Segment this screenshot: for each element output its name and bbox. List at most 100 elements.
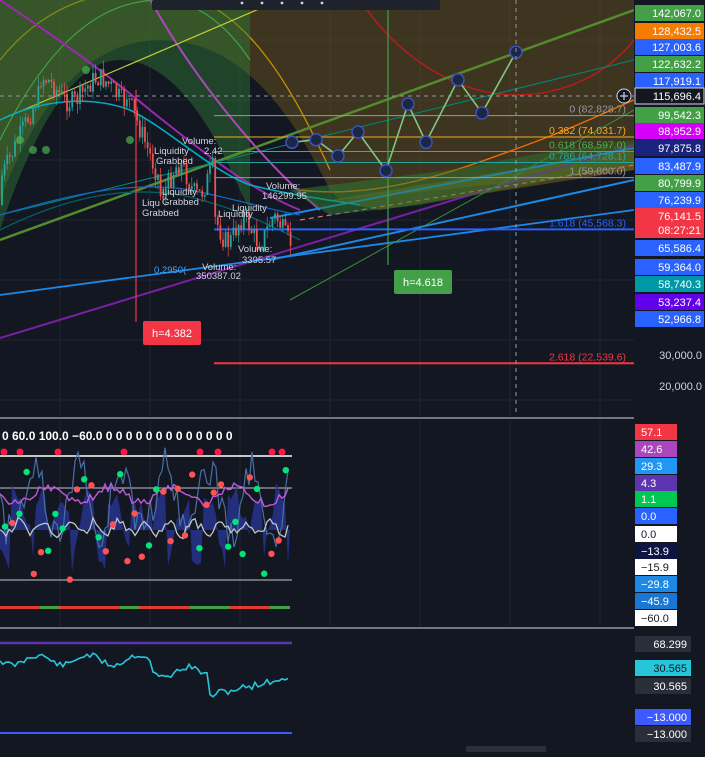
osc-top-dot [268,448,276,456]
candle-body [97,82,100,86]
candle-body [219,224,222,240]
candle-body [45,80,48,83]
candle-body [237,225,240,236]
price-tag-label: 99,542.3 [658,110,701,122]
candle-body [99,69,102,86]
candle-body [53,81,55,97]
price-tag-label: 76,239.9 [658,195,701,207]
candle-body [235,227,237,236]
candle-body [68,107,71,112]
volume-value: 2.42 [204,146,223,157]
osc-dot [73,486,81,493]
candle-body [29,122,32,124]
osc-dot [261,570,268,577]
osc-dot [232,518,239,525]
projection-node[interactable] [379,163,393,178]
chart-canvas[interactable]: 0 (82,828.7)0.382 (74,031.7)0.618 (68,59… [0,0,705,752]
candle-body [42,80,45,87]
candle-body [120,88,123,90]
osc-bar-segment [230,606,270,609]
projection-node[interactable] [331,149,345,163]
candle-body [60,90,63,93]
candle-body [206,173,209,195]
candle-body [125,99,128,107]
osc-dot [9,519,16,527]
candle-body [266,226,269,230]
projection-node[interactable] [285,135,299,150]
price-tag-label: 80,799.9 [658,178,701,190]
projection-node[interactable] [401,97,415,111]
top-toolbar[interactable] [152,0,440,10]
candle-body [76,94,79,105]
projection-node[interactable] [419,135,433,150]
osc-dot [95,534,102,541]
candle-body [138,120,141,138]
osc-dot [153,486,160,493]
osc-dot [16,510,23,517]
fib-label: 0 (82,828.7) [569,104,626,116]
osc-dot [131,510,138,517]
osc-dot [117,471,124,478]
candle-body [284,219,287,226]
candle-body [224,231,227,247]
crosshair-plus-icon[interactable] [616,88,632,104]
candle-body [157,174,159,180]
measure-box-green[interactable]: h=4.618 [394,270,452,294]
candle-body [47,79,50,83]
scrollbar[interactable] [466,746,546,752]
liquidity-label: Liquidity [218,209,253,220]
osc-tag-label: −60.0 [641,613,669,625]
osc-dot [160,488,167,495]
price-tag-label: 142,067.0 [652,8,701,20]
osc-top-dot [0,448,8,456]
candle-body [128,98,131,100]
osc-dot [45,547,52,554]
osc-dot [30,570,37,578]
price-tag-label: 115,696.4 [653,91,701,103]
lower-tag-label: −13.000 [647,712,687,724]
price-tag-label: 83,487.9 [658,161,701,173]
candle-body [24,117,27,122]
osc-dot [203,501,210,508]
candle-body [154,168,157,180]
osc-dot [239,550,246,558]
osc-dot [181,532,189,539]
candle-body [84,88,87,92]
price-tag-label: 30,000.0 [659,350,702,362]
candle-body [58,89,61,93]
osc-dot [23,468,30,476]
osc-dot [145,542,153,549]
fib-label: 0.382 (74,031.7) [549,125,626,137]
candle-body [141,126,144,138]
candle-body [32,107,35,124]
osc-dot [138,553,145,560]
candle-body [66,94,68,112]
osc-dot [167,537,174,545]
price-tag-label: 97,875.8 [658,143,701,155]
measure-box-red[interactable]: h=4.382 [143,321,201,345]
oscillator-header: 0 60.0 100.0 −60.0 0 0 0 0 0 0 0 0 0 0 0… [2,429,233,443]
candle-body [102,69,105,87]
osc-dot [81,476,88,483]
projection-node[interactable] [351,125,365,139]
candle-body [1,175,3,205]
price-tag-label: 127,003.6 [652,42,701,54]
osc-dot [210,489,217,496]
osc-tag-label: 0.0 [641,529,656,541]
price-tag-label: 117,919.1 [653,76,701,88]
candle-body [144,126,146,142]
fib-partial-label: 0.2950( [154,265,187,276]
projection-node[interactable] [451,73,465,87]
candle-body [73,91,76,95]
osc-top-dot [278,448,286,456]
candle-body [94,72,97,83]
fib-label: 0.786 (64,728.1) [549,151,626,163]
projection-node[interactable] [309,132,323,147]
osc-top-dot [214,448,222,456]
osc-tag-label: 42.6 [641,444,662,456]
candle-body [6,154,9,165]
candle-body [110,81,113,84]
osc-tag-label: −29.8 [641,579,669,591]
projection-node[interactable] [475,106,489,120]
candle-body [287,225,289,232]
